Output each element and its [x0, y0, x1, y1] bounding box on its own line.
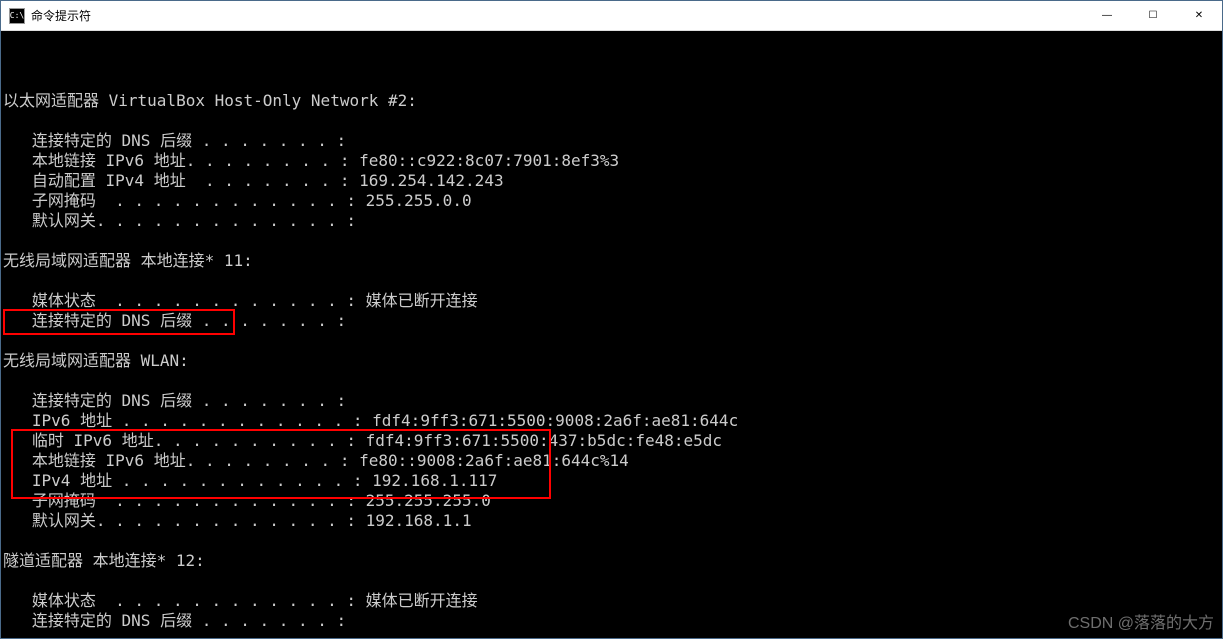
maximize-button[interactable]: ☐	[1130, 1, 1176, 30]
cmd-window: C:\ 命令提示符 — ☐ ✕ 以太网适配器 VirtualBox Host-O…	[0, 0, 1223, 639]
window-controls: — ☐ ✕	[1084, 1, 1222, 30]
minimize-button[interactable]: —	[1084, 1, 1130, 30]
terminal-content: 以太网适配器 VirtualBox Host-Only Network #2: …	[1, 71, 1222, 638]
close-button[interactable]: ✕	[1176, 1, 1222, 30]
app-icon: C:\	[9, 8, 25, 24]
window-title: 命令提示符	[31, 7, 1084, 24]
terminal-output: 以太网适配器 VirtualBox Host-Only Network #2: …	[3, 91, 738, 638]
titlebar: C:\ 命令提示符 — ☐ ✕	[1, 1, 1222, 31]
terminal-area[interactable]: 以太网适配器 VirtualBox Host-Only Network #2: …	[1, 31, 1222, 638]
